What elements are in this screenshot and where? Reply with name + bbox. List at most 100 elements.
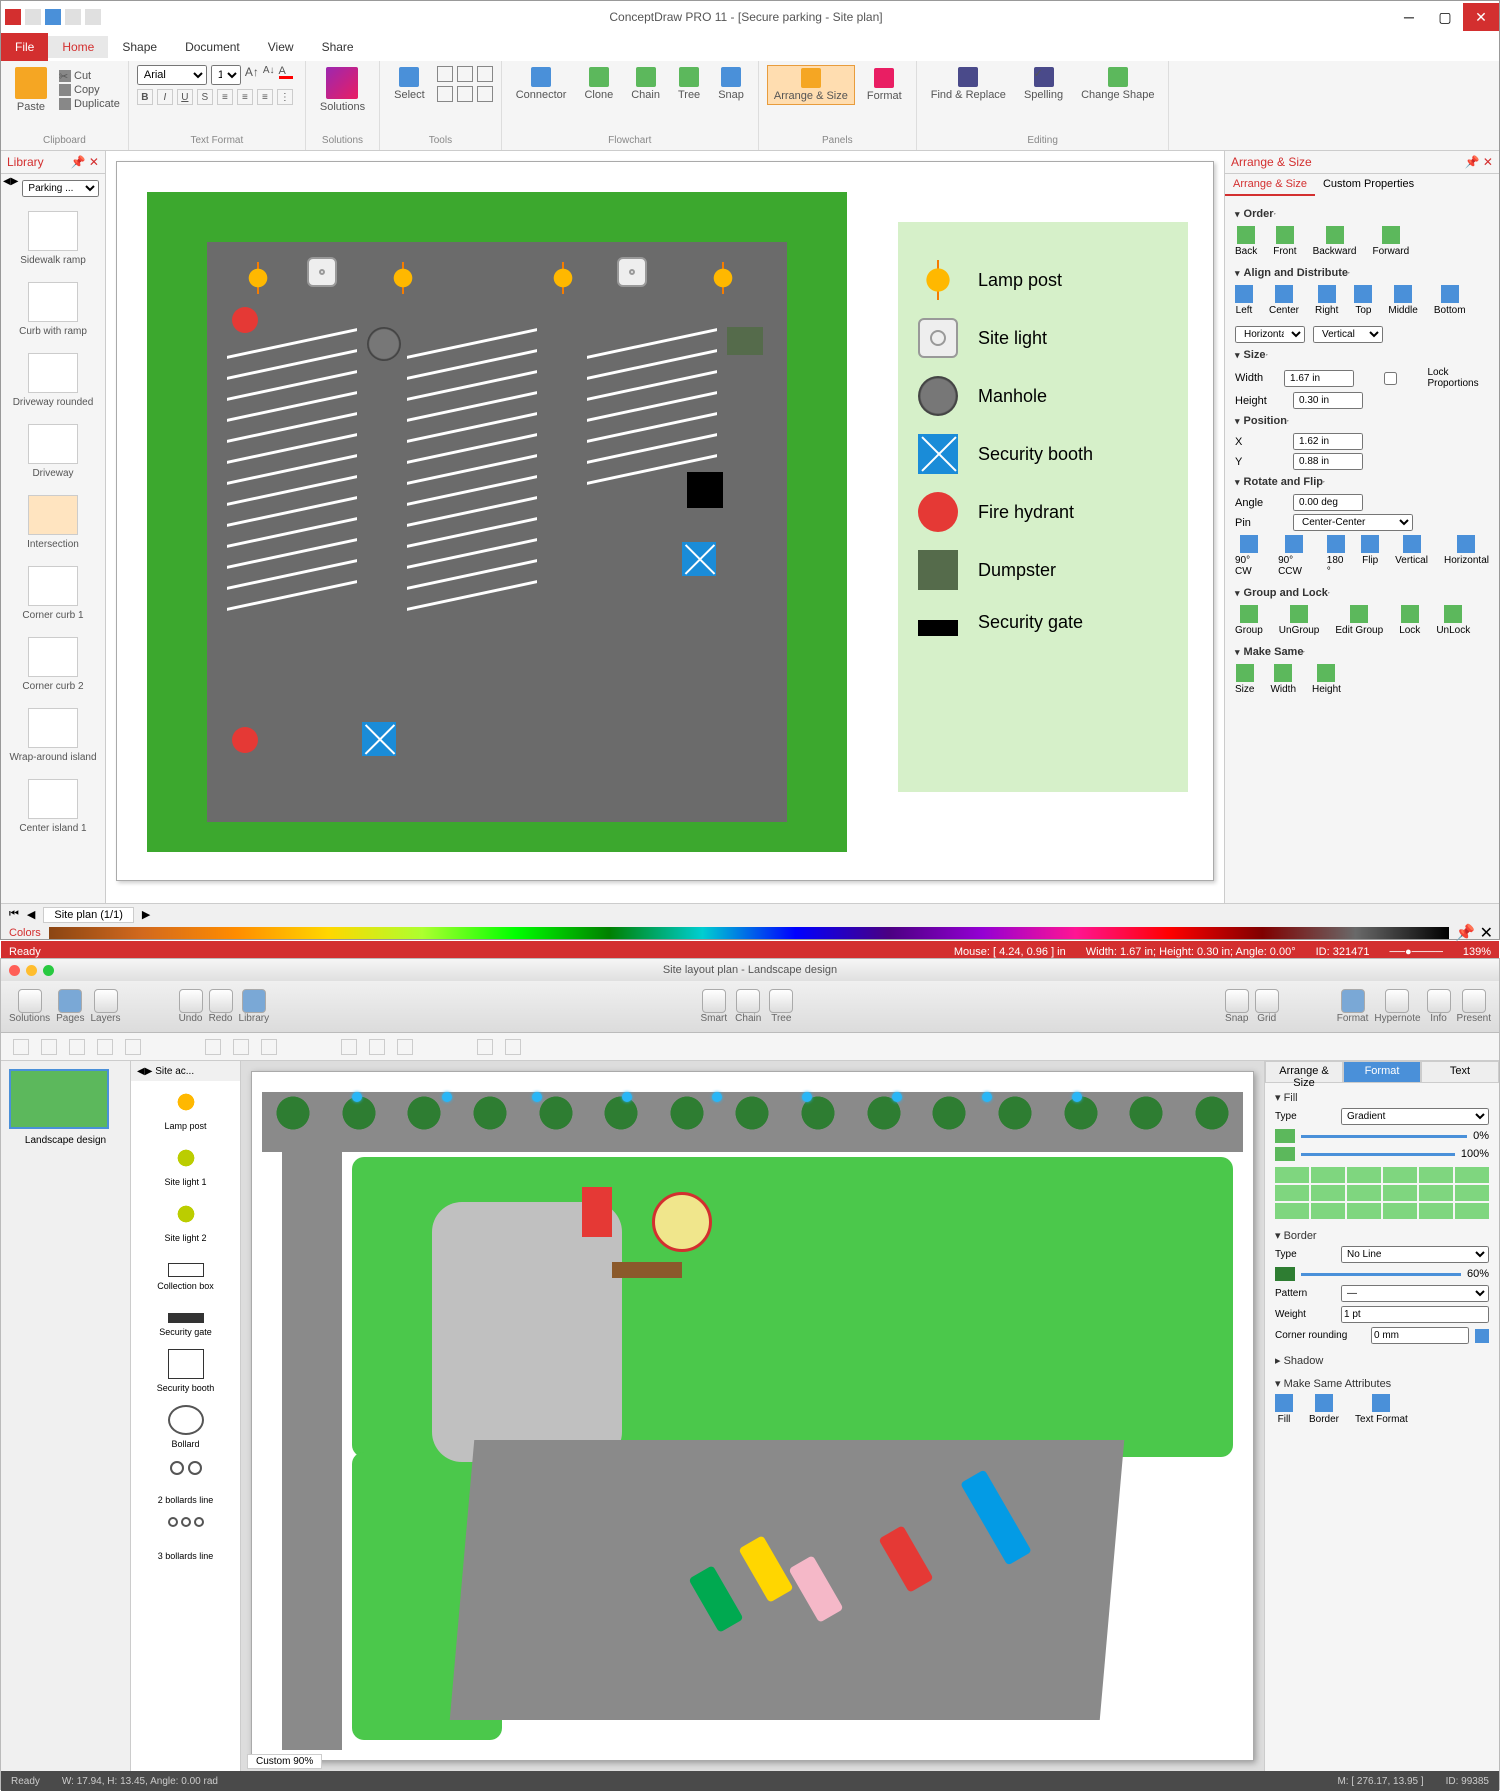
group-tool-icon[interactable]: [233, 1039, 249, 1055]
chain-button[interactable]: Chain: [735, 989, 761, 1024]
dumpster-obj[interactable]: [727, 327, 763, 355]
new-doc-icon[interactable]: [25, 9, 41, 25]
tab-arrange-size[interactable]: Arrange & Size: [1265, 1061, 1343, 1083]
line-tool-icon[interactable]: [457, 66, 473, 82]
fire-hydrant-obj[interactable]: [232, 727, 258, 753]
shape-wrap-island[interactable]: Wrap-around island: [1, 700, 105, 771]
order-section[interactable]: Order: [1235, 208, 1489, 220]
font-select[interactable]: Arial: [137, 65, 207, 85]
mac-shape-lamp[interactable]: Lamp post: [131, 1081, 240, 1137]
distribute-h-select[interactable]: Horizontal: [1235, 326, 1305, 343]
rotate-180-button[interactable]: 180 °: [1327, 535, 1345, 577]
mac-shape-booth[interactable]: Security booth: [131, 1343, 240, 1399]
bullets-icon[interactable]: ⋮: [277, 89, 293, 105]
security-booth-obj[interactable]: [362, 722, 396, 756]
snap-button[interactable]: Snap: [712, 65, 750, 103]
tab-file[interactable]: File: [1, 33, 48, 61]
lib-prev-icon[interactable]: ◀: [137, 1066, 145, 1077]
first-page-icon[interactable]: ⏮: [9, 908, 19, 921]
shapes-list[interactable]: Sidewalk ramp Curb with ramp Driveway ro…: [1, 203, 105, 903]
flip-v-button[interactable]: Vertical: [1395, 535, 1428, 577]
security-booth-obj[interactable]: [682, 542, 716, 576]
change-shape-button[interactable]: Change Shape: [1075, 65, 1160, 103]
ungroup-button[interactable]: UnGroup: [1279, 605, 1320, 636]
font-decrease-icon[interactable]: A↓: [263, 65, 275, 85]
lib-next-icon[interactable]: ▶: [145, 1066, 153, 1077]
line-tool-icon[interactable]: [97, 1039, 113, 1055]
bench[interactable]: [612, 1262, 682, 1278]
x-input[interactable]: [1293, 433, 1363, 450]
site-light-obj[interactable]: [307, 257, 337, 287]
mac-shape-site2[interactable]: Site light 2: [131, 1193, 240, 1249]
shape-sidewalk-ramp[interactable]: Sidewalk ramp: [1, 203, 105, 274]
chain-button[interactable]: Chain: [625, 65, 666, 103]
maximize-button[interactable]: ▢: [1427, 3, 1463, 31]
shape-center-island[interactable]: Center island 1: [1, 771, 105, 842]
mac-shape-site1[interactable]: Site light 1: [131, 1137, 240, 1193]
fill-color-1[interactable]: [1275, 1129, 1295, 1143]
canvas-page[interactable]: Lamp post Site light Manhole Security bo…: [116, 161, 1214, 881]
shape-driveway-rounded[interactable]: Driveway rounded: [1, 345, 105, 416]
lamp-post-obj[interactable]: [707, 262, 739, 294]
pin-select[interactable]: Center-Center: [1293, 514, 1413, 531]
underline-button[interactable]: U: [177, 89, 193, 105]
shape-corner-curb-2[interactable]: Corner curb 2: [1, 629, 105, 700]
weight-input[interactable]: [1341, 1306, 1489, 1323]
back-button[interactable]: Back: [1235, 226, 1257, 257]
color-strip[interactable]: [49, 927, 1449, 939]
fire-hydrant-obj[interactable]: [232, 307, 258, 333]
lib-prev-icon[interactable]: ◀: [3, 176, 11, 201]
lamp-post-obj[interactable]: [547, 262, 579, 294]
order-tool-icon[interactable]: [261, 1039, 277, 1055]
solutions-button[interactable]: Solutions: [9, 989, 50, 1024]
library-button[interactable]: Library: [239, 989, 270, 1024]
shape-curb-ramp[interactable]: Curb with ramp: [1, 274, 105, 345]
layers-button[interactable]: Layers: [91, 989, 121, 1024]
unlock-button[interactable]: UnLock: [1436, 605, 1470, 636]
align-left-icon[interactable]: ≡: [217, 89, 233, 105]
library-category-select[interactable]: Parking ...: [22, 180, 99, 197]
sandbox[interactable]: [652, 1192, 712, 1252]
font-increase-icon[interactable]: A↑: [245, 65, 259, 85]
mac-canvas[interactable]: Custom 90%: [241, 1061, 1264, 1771]
makesame-section[interactable]: Make Same: [1235, 646, 1489, 658]
pattern-select[interactable]: —: [1341, 1285, 1489, 1302]
tab-document[interactable]: Document: [171, 36, 254, 58]
tab-shape[interactable]: Shape: [108, 36, 171, 58]
solutions-button[interactable]: Solutions: [314, 65, 371, 115]
zoom-button[interactable]: [43, 965, 54, 976]
flip-h-button[interactable]: Horizontal: [1444, 535, 1489, 577]
hypernote-button[interactable]: Hypernote: [1374, 989, 1420, 1024]
redo-icon[interactable]: [85, 9, 101, 25]
lock-button[interactable]: Lock: [1399, 605, 1420, 636]
colors-close-icon[interactable]: 📌 ✕: [1449, 923, 1499, 943]
align-tool-icon[interactable]: [205, 1039, 221, 1055]
page-thumbnail[interactable]: [9, 1069, 109, 1129]
actual-size-icon[interactable]: [477, 1039, 493, 1055]
pages-button[interactable]: Pages: [56, 989, 84, 1024]
group-button[interactable]: Group: [1235, 605, 1263, 636]
strike-button[interactable]: S: [197, 89, 213, 105]
tab-home[interactable]: Home: [48, 36, 108, 58]
pointer-tool-icon[interactable]: [13, 1039, 29, 1055]
canvas[interactable]: Lamp post Site light Manhole Security bo…: [106, 151, 1224, 903]
align-section[interactable]: Align and Distribute: [1235, 267, 1489, 279]
tab-arrange-size[interactable]: Arrange & Size: [1225, 174, 1315, 196]
select-button[interactable]: Select: [388, 65, 431, 103]
site-light-obj[interactable]: [617, 257, 647, 287]
mac-canvas-page[interactable]: [251, 1071, 1254, 1761]
border-type-select[interactable]: No Line: [1341, 1246, 1489, 1263]
save-icon[interactable]: [45, 9, 61, 25]
grid-button[interactable]: Grid: [1255, 989, 1279, 1024]
tab-custom-props[interactable]: Custom Properties: [1315, 174, 1422, 196]
align-right-icon[interactable]: ≡: [257, 89, 273, 105]
next-page-icon[interactable]: ▶: [142, 908, 150, 921]
mac-shape-2bollards[interactable]: 2 bollards line: [131, 1455, 240, 1511]
bold-button[interactable]: B: [137, 89, 153, 105]
prev-page-icon[interactable]: ◀: [27, 908, 35, 921]
rotate-section[interactable]: Rotate and Flip: [1235, 476, 1489, 488]
smart-button[interactable]: Smart: [701, 989, 728, 1024]
angle-input[interactable]: [1293, 494, 1363, 511]
pin-icon[interactable]: 📌 ✕: [71, 155, 99, 169]
tab-view[interactable]: View: [254, 36, 308, 58]
